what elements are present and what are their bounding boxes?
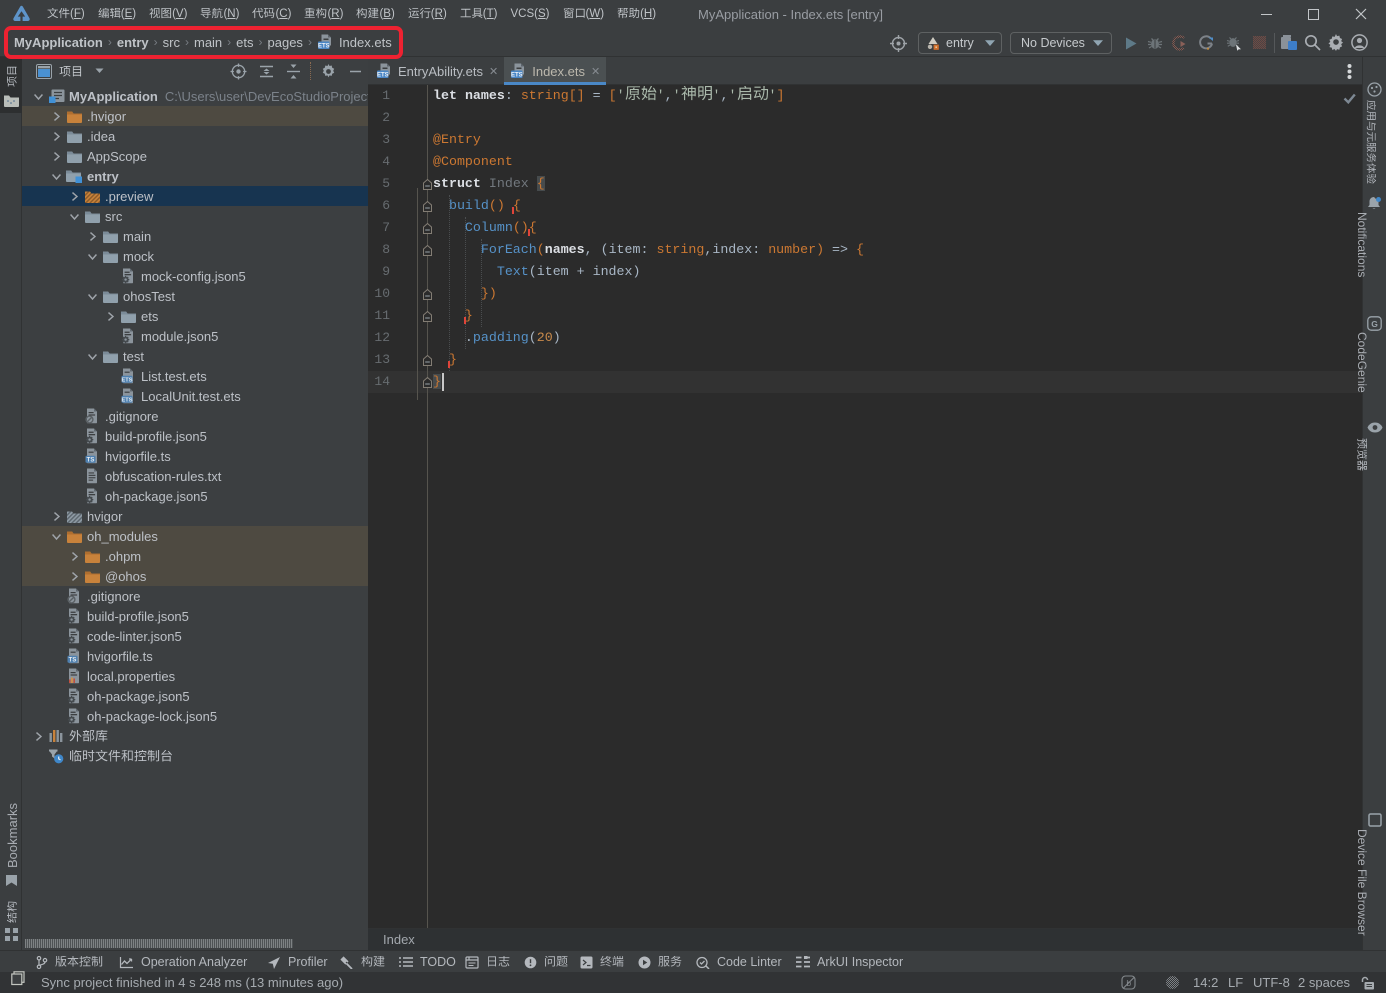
- svg-text:TS: TS: [69, 657, 77, 663]
- svg-text:ETS: ETS: [122, 377, 133, 383]
- svg-text:TS: TS: [87, 457, 95, 463]
- svg-text:ETS: ETS: [377, 73, 389, 79]
- svg-text:G: G: [1371, 319, 1378, 329]
- svg-text:ETS: ETS: [122, 397, 133, 403]
- svg-text:ETS: ETS: [511, 73, 523, 79]
